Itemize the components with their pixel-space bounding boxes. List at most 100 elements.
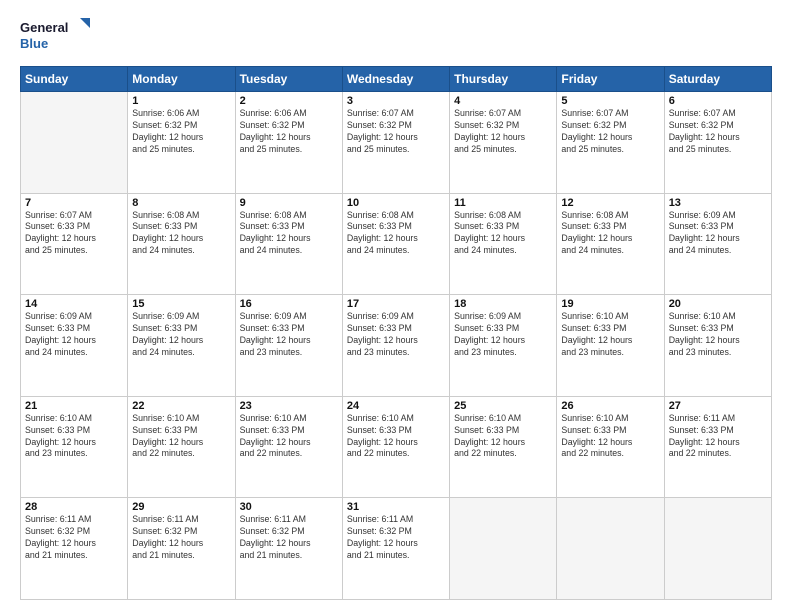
calendar-table: SundayMondayTuesdayWednesdayThursdayFrid…: [20, 66, 772, 600]
calendar-day-header: Monday: [128, 67, 235, 92]
day-detail: Sunrise: 6:10 AMSunset: 6:33 PMDaylight:…: [132, 413, 230, 461]
day-detail: Sunrise: 6:11 AMSunset: 6:32 PMDaylight:…: [25, 514, 123, 562]
day-number: 8: [132, 197, 230, 209]
day-number: 12: [561, 197, 659, 209]
day-number: 26: [561, 400, 659, 412]
calendar-day-cell: 13Sunrise: 6:09 AMSunset: 6:33 PMDayligh…: [664, 193, 771, 295]
day-detail: Sunrise: 6:08 AMSunset: 6:33 PMDaylight:…: [561, 210, 659, 258]
day-detail: Sunrise: 6:07 AMSunset: 6:32 PMDaylight:…: [669, 108, 767, 156]
calendar-day-cell: 29Sunrise: 6:11 AMSunset: 6:32 PMDayligh…: [128, 498, 235, 600]
day-number: 5: [561, 95, 659, 107]
day-number: 22: [132, 400, 230, 412]
calendar-day-cell: 15Sunrise: 6:09 AMSunset: 6:33 PMDayligh…: [128, 295, 235, 397]
calendar-day-cell: 19Sunrise: 6:10 AMSunset: 6:33 PMDayligh…: [557, 295, 664, 397]
day-detail: Sunrise: 6:07 AMSunset: 6:32 PMDaylight:…: [454, 108, 552, 156]
calendar-day-header: Sunday: [21, 67, 128, 92]
day-number: 17: [347, 298, 445, 310]
calendar-week-row: 21Sunrise: 6:10 AMSunset: 6:33 PMDayligh…: [21, 396, 772, 498]
day-detail: Sunrise: 6:10 AMSunset: 6:33 PMDaylight:…: [25, 413, 123, 461]
day-number: 18: [454, 298, 552, 310]
day-number: 13: [669, 197, 767, 209]
logo: General Blue: [20, 16, 90, 56]
day-number: 16: [240, 298, 338, 310]
calendar-day-cell: 23Sunrise: 6:10 AMSunset: 6:33 PMDayligh…: [235, 396, 342, 498]
day-number: 1: [132, 95, 230, 107]
day-detail: Sunrise: 6:07 AMSunset: 6:33 PMDaylight:…: [25, 210, 123, 258]
calendar-header: SundayMondayTuesdayWednesdayThursdayFrid…: [21, 67, 772, 92]
day-number: 23: [240, 400, 338, 412]
day-detail: Sunrise: 6:09 AMSunset: 6:33 PMDaylight:…: [669, 210, 767, 258]
day-number: 2: [240, 95, 338, 107]
day-detail: Sunrise: 6:10 AMSunset: 6:33 PMDaylight:…: [347, 413, 445, 461]
day-number: 3: [347, 95, 445, 107]
day-number: 4: [454, 95, 552, 107]
day-detail: Sunrise: 6:11 AMSunset: 6:33 PMDaylight:…: [669, 413, 767, 461]
day-detail: Sunrise: 6:10 AMSunset: 6:33 PMDaylight:…: [561, 413, 659, 461]
day-detail: Sunrise: 6:08 AMSunset: 6:33 PMDaylight:…: [454, 210, 552, 258]
calendar-day-header: Wednesday: [342, 67, 449, 92]
svg-text:Blue: Blue: [20, 36, 48, 51]
calendar-day-cell: 22Sunrise: 6:10 AMSunset: 6:33 PMDayligh…: [128, 396, 235, 498]
day-number: 28: [25, 501, 123, 513]
day-number: 19: [561, 298, 659, 310]
calendar-day-cell: 30Sunrise: 6:11 AMSunset: 6:32 PMDayligh…: [235, 498, 342, 600]
day-number: 20: [669, 298, 767, 310]
calendar-day-cell: [664, 498, 771, 600]
calendar-day-cell: 21Sunrise: 6:10 AMSunset: 6:33 PMDayligh…: [21, 396, 128, 498]
calendar-day-cell: 31Sunrise: 6:11 AMSunset: 6:32 PMDayligh…: [342, 498, 449, 600]
day-detail: Sunrise: 6:06 AMSunset: 6:32 PMDaylight:…: [132, 108, 230, 156]
calendar-day-cell: 7Sunrise: 6:07 AMSunset: 6:33 PMDaylight…: [21, 193, 128, 295]
day-number: 6: [669, 95, 767, 107]
day-number: 30: [240, 501, 338, 513]
calendar-day-cell: 12Sunrise: 6:08 AMSunset: 6:33 PMDayligh…: [557, 193, 664, 295]
day-number: 24: [347, 400, 445, 412]
day-detail: Sunrise: 6:10 AMSunset: 6:33 PMDaylight:…: [240, 413, 338, 461]
day-detail: Sunrise: 6:09 AMSunset: 6:33 PMDaylight:…: [132, 311, 230, 359]
day-detail: Sunrise: 6:10 AMSunset: 6:33 PMDaylight:…: [561, 311, 659, 359]
day-detail: Sunrise: 6:09 AMSunset: 6:33 PMDaylight:…: [454, 311, 552, 359]
calendar-day-cell: 20Sunrise: 6:10 AMSunset: 6:33 PMDayligh…: [664, 295, 771, 397]
day-number: 7: [25, 197, 123, 209]
calendar-day-cell: 9Sunrise: 6:08 AMSunset: 6:33 PMDaylight…: [235, 193, 342, 295]
calendar-day-header: Friday: [557, 67, 664, 92]
day-detail: Sunrise: 6:10 AMSunset: 6:33 PMDaylight:…: [669, 311, 767, 359]
calendar-day-cell: [557, 498, 664, 600]
calendar-day-cell: 25Sunrise: 6:10 AMSunset: 6:33 PMDayligh…: [450, 396, 557, 498]
calendar-week-row: 1Sunrise: 6:06 AMSunset: 6:32 PMDaylight…: [21, 92, 772, 194]
calendar-day-cell: 6Sunrise: 6:07 AMSunset: 6:32 PMDaylight…: [664, 92, 771, 194]
calendar-week-row: 28Sunrise: 6:11 AMSunset: 6:32 PMDayligh…: [21, 498, 772, 600]
calendar-day-cell: 18Sunrise: 6:09 AMSunset: 6:33 PMDayligh…: [450, 295, 557, 397]
day-number: 31: [347, 501, 445, 513]
calendar-day-cell: 14Sunrise: 6:09 AMSunset: 6:33 PMDayligh…: [21, 295, 128, 397]
calendar-week-row: 7Sunrise: 6:07 AMSunset: 6:33 PMDaylight…: [21, 193, 772, 295]
page-header: General Blue: [20, 16, 772, 56]
calendar-body: 1Sunrise: 6:06 AMSunset: 6:32 PMDaylight…: [21, 92, 772, 600]
day-detail: Sunrise: 6:11 AMSunset: 6:32 PMDaylight:…: [347, 514, 445, 562]
calendar-day-cell: 17Sunrise: 6:09 AMSunset: 6:33 PMDayligh…: [342, 295, 449, 397]
calendar-day-header: Thursday: [450, 67, 557, 92]
day-detail: Sunrise: 6:10 AMSunset: 6:33 PMDaylight:…: [454, 413, 552, 461]
calendar-day-cell: [21, 92, 128, 194]
day-number: 21: [25, 400, 123, 412]
svg-text:General: General: [20, 20, 68, 35]
calendar-day-cell: 16Sunrise: 6:09 AMSunset: 6:33 PMDayligh…: [235, 295, 342, 397]
calendar-day-header: Tuesday: [235, 67, 342, 92]
calendar-day-cell: 24Sunrise: 6:10 AMSunset: 6:33 PMDayligh…: [342, 396, 449, 498]
day-detail: Sunrise: 6:09 AMSunset: 6:33 PMDaylight:…: [25, 311, 123, 359]
calendar-day-cell: 8Sunrise: 6:08 AMSunset: 6:33 PMDaylight…: [128, 193, 235, 295]
day-detail: Sunrise: 6:09 AMSunset: 6:33 PMDaylight:…: [347, 311, 445, 359]
calendar-day-cell: 2Sunrise: 6:06 AMSunset: 6:32 PMDaylight…: [235, 92, 342, 194]
day-detail: Sunrise: 6:11 AMSunset: 6:32 PMDaylight:…: [240, 514, 338, 562]
day-number: 29: [132, 501, 230, 513]
calendar-day-cell: 28Sunrise: 6:11 AMSunset: 6:32 PMDayligh…: [21, 498, 128, 600]
calendar-day-cell: 26Sunrise: 6:10 AMSunset: 6:33 PMDayligh…: [557, 396, 664, 498]
calendar-week-row: 14Sunrise: 6:09 AMSunset: 6:33 PMDayligh…: [21, 295, 772, 397]
calendar-day-cell: 27Sunrise: 6:11 AMSunset: 6:33 PMDayligh…: [664, 396, 771, 498]
day-number: 15: [132, 298, 230, 310]
day-number: 27: [669, 400, 767, 412]
day-detail: Sunrise: 6:08 AMSunset: 6:33 PMDaylight:…: [347, 210, 445, 258]
calendar-day-cell: 4Sunrise: 6:07 AMSunset: 6:32 PMDaylight…: [450, 92, 557, 194]
calendar-day-cell: [450, 498, 557, 600]
day-detail: Sunrise: 6:09 AMSunset: 6:33 PMDaylight:…: [240, 311, 338, 359]
calendar-day-cell: 5Sunrise: 6:07 AMSunset: 6:32 PMDaylight…: [557, 92, 664, 194]
